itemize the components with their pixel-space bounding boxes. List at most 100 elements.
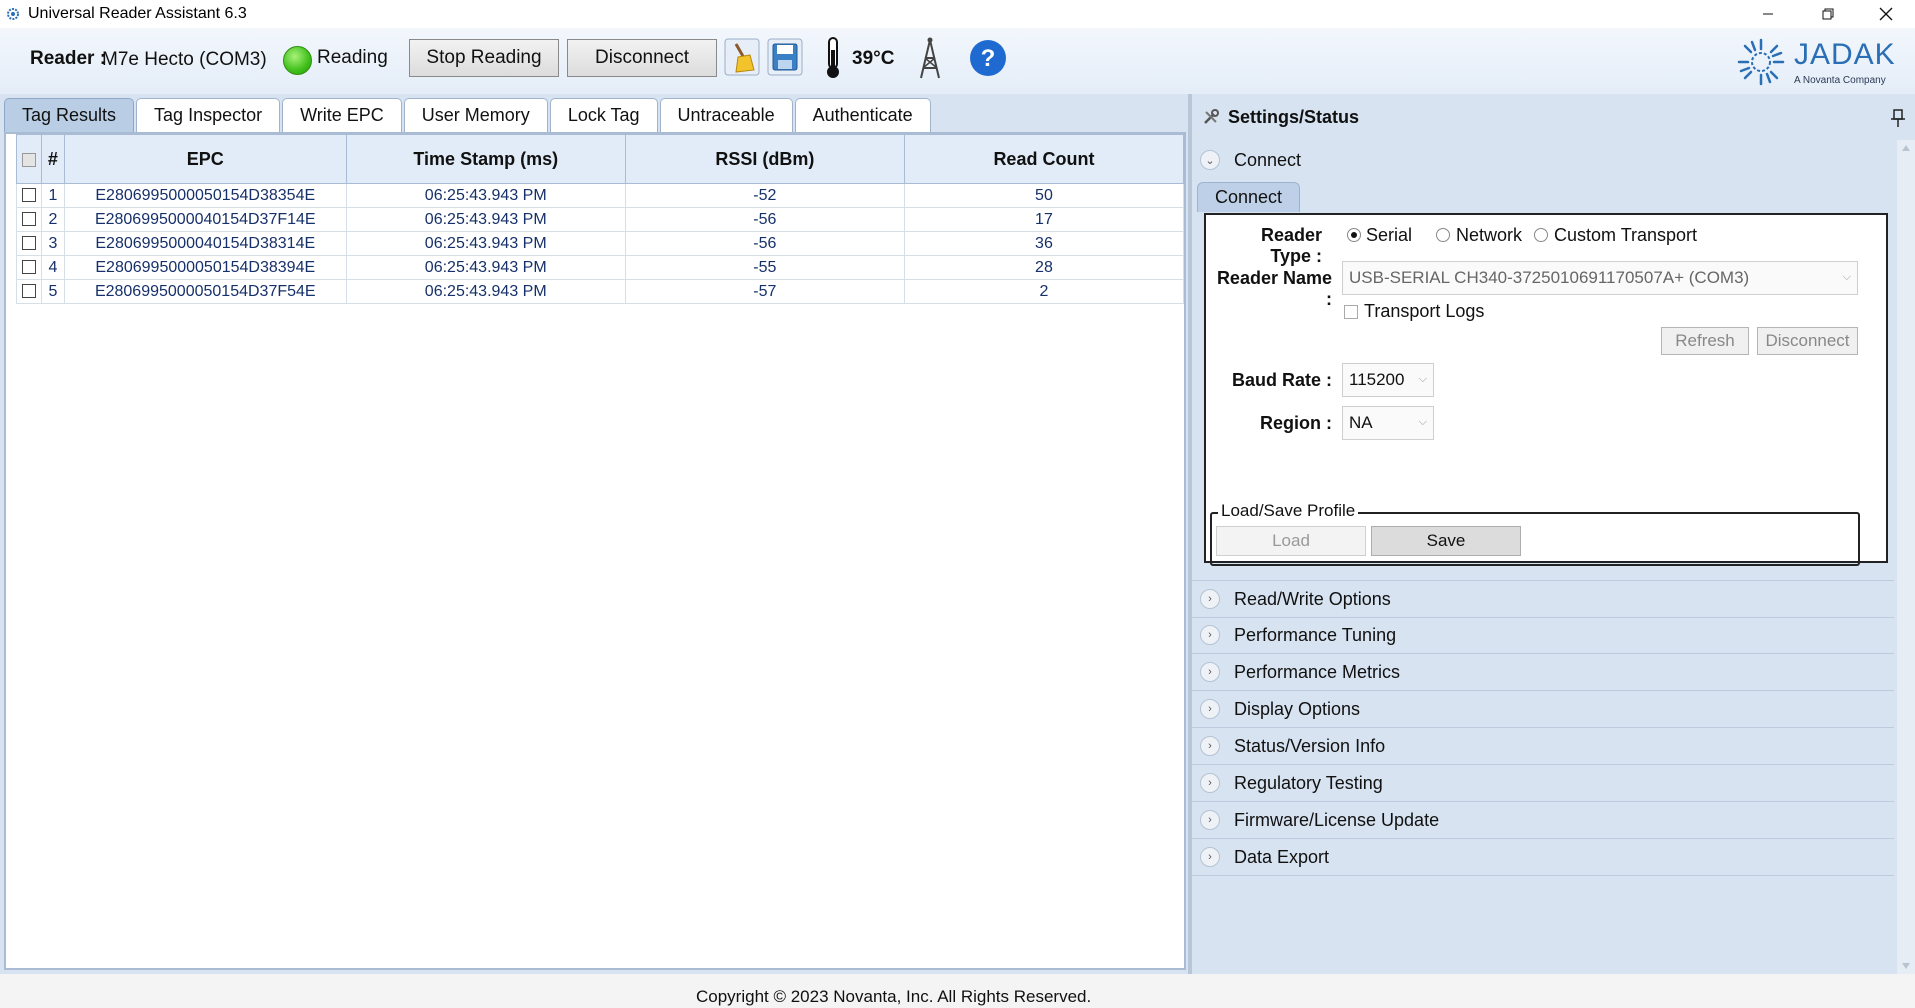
load-profile-button[interactable]: Load: [1216, 526, 1366, 556]
save-profile-button[interactable]: Save: [1371, 526, 1521, 556]
tag-results-pane: Tag Results Tag Inspector Write EPC User…: [0, 94, 1188, 974]
column-header-rssi[interactable]: RSSI (dBm): [624, 134, 905, 184]
region-select[interactable]: NA ⌵: [1342, 406, 1434, 440]
row-epc: E2806995000040154D38314E: [63, 231, 347, 256]
settings-tools-icon: [1204, 109, 1219, 124]
section-firmware-license-update[interactable]: › Firmware/License Update: [1192, 802, 1894, 839]
column-header-epc[interactable]: EPC: [63, 134, 347, 184]
reading-status-text: Reading: [317, 47, 388, 68]
subtab-connect[interactable]: Connect: [1197, 182, 1301, 212]
row-rssi: -57: [624, 279, 905, 304]
refresh-button[interactable]: Refresh: [1661, 327, 1749, 355]
radio-serial-label: Serial: [1366, 225, 1413, 245]
tag-table: # EPC Time Stamp (ms) RSSI (dBm) Read Co…: [16, 134, 1185, 304]
section-label: Firmware/License Update: [1234, 809, 1440, 830]
close-icon: [1879, 7, 1893, 21]
section-connect-label: Connect: [1234, 149, 1302, 170]
save-disk-icon[interactable]: [767, 38, 803, 76]
restore-button[interactable]: [1800, 0, 1856, 28]
window-title: Universal Reader Assistant 6.3: [28, 5, 247, 22]
thermometer-icon: [827, 37, 839, 78]
section-regulatory-testing[interactable]: › Regulatory Testing: [1192, 765, 1894, 802]
section-status-version-info[interactable]: › Status/Version Info: [1192, 728, 1894, 765]
section-performance-metrics[interactable]: › Performance Metrics: [1192, 654, 1894, 691]
radio-network-label: Network: [1456, 225, 1523, 245]
settings-status-pane: Settings/Status ⌄ Connect Connect Reader…: [1192, 94, 1915, 974]
broom-clear-icon[interactable]: [724, 38, 760, 76]
scroll-up-arrow-icon[interactable]: [1901, 144, 1911, 152]
radio-network[interactable]: [1436, 228, 1450, 242]
baud-rate-select[interactable]: 115200 ⌵: [1342, 363, 1434, 397]
row-checkbox[interactable]: [21, 188, 36, 203]
tab-authenticate[interactable]: Authenticate: [794, 98, 931, 132]
logo-brand: JADAK: [1794, 38, 1896, 71]
select-all-cell[interactable]: [16, 134, 42, 184]
row-epc: E2806995000050154D38354E: [63, 183, 347, 208]
reader-label: Reader :: [30, 48, 107, 69]
row-checkbox[interactable]: [21, 212, 36, 227]
section-label: Data Export: [1234, 846, 1330, 867]
column-header-timestamp[interactable]: Time Stamp (ms): [345, 134, 626, 184]
row-timestamp: 06:25:43.943 PM: [345, 231, 626, 256]
section-read-write-options[interactable]: › Read/Write Options: [1192, 580, 1894, 618]
section-display-options[interactable]: › Display Options: [1192, 691, 1894, 728]
title-bar: Universal Reader Assistant 6.3: [0, 0, 1915, 28]
column-header-read-count[interactable]: Read Count: [903, 134, 1185, 184]
radio-serial[interactable]: [1347, 228, 1361, 242]
tab-tag-inspector[interactable]: Tag Inspector: [136, 98, 281, 132]
minimize-icon: [1763, 13, 1773, 15]
chevron-down-icon: ⌵: [1418, 416, 1427, 428]
transport-logs-label: Transport Logs: [1364, 301, 1485, 321]
section-label: Performance Tuning: [1234, 624, 1397, 645]
row-read-count: 2: [903, 279, 1185, 304]
connect-panel: Reader Type : Serial Network Custom Tran…: [1204, 213, 1888, 566]
section-connect[interactable]: ⌄ Connect: [1192, 142, 1894, 178]
tab-lock-tag[interactable]: Lock Tag: [549, 98, 658, 132]
section-label: Performance Metrics: [1234, 661, 1401, 682]
help-icon[interactable]: ?: [969, 39, 1007, 77]
reader-type-label: Reader Type :: [1260, 225, 1322, 266]
minimize-button[interactable]: [1740, 0, 1796, 28]
tab-untraceable[interactable]: Untraceable: [659, 98, 793, 132]
row-timestamp: 06:25:43.943 PM: [345, 183, 626, 208]
reader-disconnect-button[interactable]: Disconnect: [1757, 327, 1858, 355]
stop-reading-button[interactable]: Stop Reading: [409, 39, 559, 77]
tab-write-epc[interactable]: Write EPC: [282, 98, 402, 132]
restore-icon: [1822, 8, 1834, 20]
table-row[interactable]: 4 E2806995000050154D38394E 06:25:43.943 …: [16, 255, 1185, 280]
reader-name-select[interactable]: USB-SERIAL CH340-3725010691170507A+ (COM…: [1342, 261, 1858, 295]
column-header-number[interactable]: #: [40, 134, 65, 184]
row-checkbox[interactable]: [21, 236, 36, 251]
tab-tag-results[interactable]: Tag Results: [4, 98, 135, 132]
select-all-checkbox[interactable]: [21, 152, 36, 167]
table-row[interactable]: 2 E2806995000040154D37F14E 06:25:43.943 …: [16, 207, 1185, 232]
table-row[interactable]: 1 E2806995000050154D38354E 06:25:43.943 …: [16, 183, 1185, 208]
row-checkbox[interactable]: [21, 284, 36, 299]
table-row[interactable]: 5 E2806995000050154D37F54E 06:25:43.943 …: [16, 279, 1185, 304]
chevron-right-icon: ›: [1200, 773, 1220, 793]
row-number: 1: [40, 183, 65, 208]
transport-logs-checkbox[interactable]: [1344, 305, 1358, 319]
table-row[interactable]: 3 E2806995000040154D38314E 06:25:43.943 …: [16, 231, 1185, 256]
jadak-sun-icon: [1737, 38, 1785, 86]
temperature-value: 39°C: [852, 48, 895, 69]
section-performance-tuning[interactable]: › Performance Tuning: [1192, 617, 1894, 654]
tag-results-grid: # EPC Time Stamp (ms) RSSI (dBm) Read Co…: [4, 132, 1186, 970]
tab-user-memory[interactable]: User Memory: [403, 98, 548, 132]
settings-scrollbar[interactable]: [1897, 140, 1915, 974]
footer: Copyright © 2023 Novanta, Inc. All Right…: [0, 974, 1915, 1008]
disconnect-button[interactable]: Disconnect: [567, 39, 717, 77]
chevron-right-icon: ›: [1200, 699, 1220, 719]
close-button[interactable]: [1858, 0, 1914, 28]
row-checkbox[interactable]: [21, 260, 36, 275]
section-data-export[interactable]: › Data Export: [1192, 839, 1894, 876]
radio-custom-transport[interactable]: [1534, 228, 1548, 242]
pin-icon[interactable]: [1890, 108, 1906, 128]
chevron-right-icon: ›: [1200, 662, 1220, 682]
scroll-down-arrow-icon[interactable]: [1901, 962, 1911, 970]
copyright-text: Copyright © 2023 Novanta, Inc. All Right…: [696, 987, 1092, 1006]
logo-subtitle: A Novanta Company: [1794, 75, 1886, 86]
region-value: NA: [1349, 413, 1373, 432]
row-number: 2: [40, 207, 65, 232]
reading-status-indicator: [283, 46, 312, 75]
